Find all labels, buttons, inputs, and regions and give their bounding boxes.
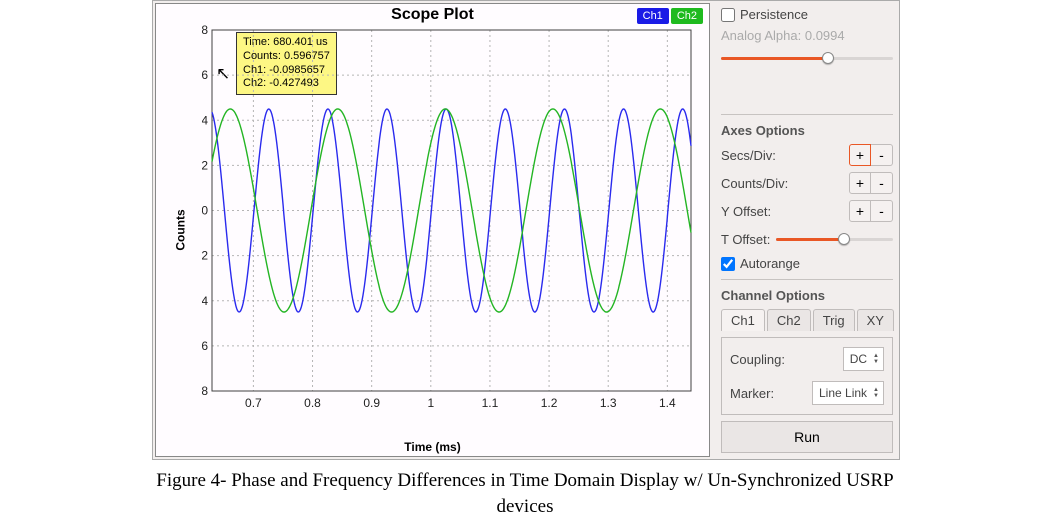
svg-text:0.2: 0.2 [202, 158, 208, 172]
figure-caption: Figure 4- Phase and Frequency Difference… [0, 468, 1050, 519]
persistence-label: Persistence [740, 7, 808, 22]
y-offset-stepper[interactable]: + - [849, 200, 893, 222]
x-axis-label: Time (ms) [156, 440, 709, 454]
tab-ch1[interactable]: Ch1 [721, 309, 765, 331]
counts-div-stepper[interactable]: + - [849, 172, 893, 194]
svg-text:0.8: 0.8 [202, 24, 208, 37]
y-offset-minus[interactable]: - [871, 200, 893, 222]
sidebar: Persistence Analog Alpha: 0.0994 Axes Op… [713, 1, 901, 459]
coupling-combo[interactable]: DC ▲▼ [843, 347, 884, 371]
svg-text:1.2: 1.2 [541, 396, 558, 410]
counts-div-plus[interactable]: + [849, 172, 871, 194]
analog-alpha-slider[interactable] [721, 49, 893, 106]
svg-text:-0.4: -0.4 [202, 294, 208, 308]
coupling-label: Coupling: [730, 352, 785, 367]
analog-alpha-label: Analog Alpha: 0.0994 [721, 28, 893, 43]
updown-icon: ▲▼ [873, 387, 879, 399]
channel-options-heading: Channel Options [721, 288, 893, 303]
legend-ch2[interactable]: Ch2 [671, 8, 703, 24]
counts-div-minus[interactable]: - [871, 172, 893, 194]
svg-text:1.1: 1.1 [482, 396, 499, 410]
legend: Ch1 Ch2 [637, 8, 703, 24]
secs-div-minus[interactable]: - [871, 144, 893, 166]
svg-text:-0.6: -0.6 [202, 339, 208, 353]
svg-text:0.6: 0.6 [202, 68, 208, 82]
svg-text:-0.8: -0.8 [202, 384, 208, 398]
t-offset-label: T Offset: [721, 232, 770, 247]
svg-text:-0.2: -0.2 [202, 249, 208, 263]
svg-text:0.8: 0.8 [304, 396, 321, 410]
legend-ch1[interactable]: Ch1 [637, 8, 669, 24]
counts-div-label: Counts/Div: [721, 176, 788, 191]
caption-line1: Figure 4- Phase and Frequency Difference… [156, 470, 893, 491]
channel-tabs: Ch1 Ch2 Trig XY [721, 309, 893, 331]
run-button[interactable]: Run [721, 421, 893, 453]
secs-div-label: Secs/Div: [721, 148, 776, 163]
chart-area[interactable]: 0.7 0.8 0.9 1 1.1 1.2 1.3 1.4 -0.8 -0.6 -0.4 -0.2 0 0… [202, 24, 697, 419]
svg-text:1.4: 1.4 [659, 396, 676, 410]
autorange-label: Autorange [740, 256, 800, 271]
t-offset-slider[interactable] [776, 230, 893, 248]
y-offset-label: Y Offset: [721, 204, 771, 219]
secs-div-plus[interactable]: + [849, 144, 871, 166]
svg-text:0.7: 0.7 [245, 396, 262, 410]
svg-text:1.3: 1.3 [600, 396, 617, 410]
svg-text:1: 1 [427, 396, 434, 410]
scope-figure: Scope Plot Ch1 Ch2 Time: 680.401 us Coun… [152, 0, 900, 460]
tab-trig[interactable]: Trig [813, 309, 855, 331]
coupling-value: DC [850, 352, 867, 366]
secs-div-stepper[interactable]: + - [849, 144, 893, 166]
channel-tab-body: Coupling: DC ▲▼ Marker: Line Link ▲▼ [721, 337, 893, 415]
persistence-checkbox[interactable]: Persistence [721, 7, 893, 22]
marker-combo[interactable]: Line Link ▲▼ [812, 381, 884, 405]
marker-value: Line Link [819, 386, 867, 400]
caption-line2: devices [497, 496, 554, 517]
marker-label: Marker: [730, 386, 774, 401]
tab-xy[interactable]: XY [857, 309, 894, 331]
y-offset-plus[interactable]: + [849, 200, 871, 222]
svg-text:0.4: 0.4 [202, 113, 208, 127]
y-axis-label: Counts [174, 209, 188, 250]
scope-plot[interactable]: Scope Plot Ch1 Ch2 Time: 680.401 us Coun… [155, 3, 710, 457]
updown-icon: ▲▼ [873, 353, 879, 365]
svg-text:0: 0 [202, 204, 208, 218]
autorange-checkbox[interactable]: Autorange [721, 256, 893, 271]
plot-column: Scope Plot Ch1 Ch2 Time: 680.401 us Coun… [153, 1, 713, 459]
tab-ch2[interactable]: Ch2 [767, 309, 811, 331]
svg-text:0.9: 0.9 [363, 396, 380, 410]
axes-options-heading: Axes Options [721, 123, 893, 138]
plot-title: Scope Plot [156, 6, 709, 24]
